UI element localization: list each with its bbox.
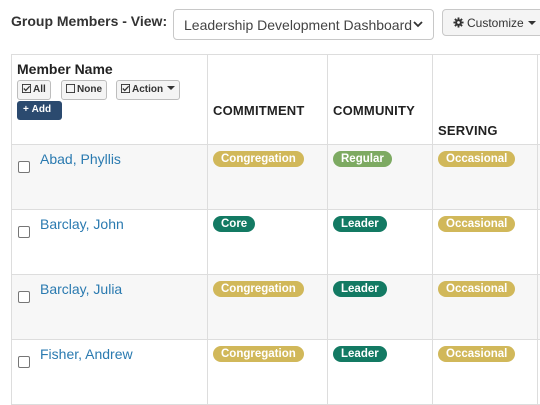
toolbar: Group Members - View: Leadership Develop… [0,0,540,48]
view-label: Group Members - View: [11,13,167,29]
gear-icon [453,17,464,28]
member-cell: Fisher, Andrew [12,340,208,405]
community-badge: Leader [333,281,387,297]
community-badge: Regular [333,151,392,167]
community-header[interactable]: COMMUNITY [328,55,433,145]
members-table: Member Name All None Action [11,54,540,405]
member-name-link[interactable]: Fisher, Andrew [40,346,133,362]
community-badge: Leader [333,216,387,232]
add-member-button[interactable]: + Add [17,101,62,120]
commitment-header[interactable]: COMMITMENT [208,55,328,145]
checkbox-empty-icon [66,84,75,93]
commitment-badge: Core [213,216,255,232]
row-checkbox[interactable] [18,291,30,303]
commitment-title: COMMITMENT [213,103,305,118]
member-cell: Barclay, John [12,210,208,275]
commitment-cell: Core [208,210,328,275]
chevron-down-icon [412,17,424,31]
community-cell: Leader [328,210,433,275]
commitment-badge: Congregation [213,151,304,167]
community-title: COMMUNITY [333,103,415,118]
commitment-cell: Congregation [208,340,328,405]
community-badge: Leader [333,346,387,362]
row-checkbox[interactable] [18,161,30,173]
community-cell: Leader [328,340,433,405]
commitment-badge: Congregation [213,281,304,297]
member-name-link[interactable]: Barclay, Julia [40,281,122,297]
action-button[interactable]: Action [116,80,180,100]
table-row: Barclay, John Core Leader Occasional [12,210,540,275]
table-header-row: Member Name All None Action [12,55,540,145]
serving-cell: Occasional [433,340,538,405]
commitment-cell: Congregation [208,275,328,340]
plus-icon: + [23,104,29,115]
community-cell: Leader [328,275,433,340]
member-name-title: Member Name [17,61,113,77]
community-cell: Regular [328,145,433,210]
serving-cell: Occasional [433,145,538,210]
checkbox-checked-icon [22,84,31,93]
select-none-label: None [77,84,102,95]
customize-label: Customize [467,16,524,30]
select-none-button[interactable]: None [61,80,107,100]
select-all-button[interactable]: All [17,80,51,100]
table-row: Barclay, Julia Congregation Leader Occas… [12,275,540,340]
member-name-link[interactable]: Barclay, John [40,216,124,232]
serving-header[interactable]: SERVING [433,55,538,145]
member-name-header: Member Name All None Action [12,55,208,145]
serving-title: SERVING [438,123,498,138]
table-row: Fisher, Andrew Congregation Leader Occas… [12,340,540,405]
serving-cell: Occasional [433,275,538,340]
serving-badge: Occasional [438,216,515,232]
action-label: Action [132,84,163,95]
member-cell: Abad, Phyllis [12,145,208,210]
view-select[interactable]: Leadership Development Dashboard [173,9,434,40]
serving-cell: Occasional [433,210,538,275]
member-name-link[interactable]: Abad, Phyllis [40,151,121,167]
select-all-label: All [33,84,46,95]
row-checkbox[interactable] [18,226,30,238]
caret-down-icon [528,21,536,25]
view-select-value: Leadership Development Dashboard [184,17,412,33]
checkbox-checked-icon [121,84,130,93]
table-row: Abad, Phyllis Congregation Regular Occas… [12,145,540,210]
caret-down-icon [167,86,175,90]
commitment-badge: Congregation [213,346,304,362]
serving-badge: Occasional [438,281,515,297]
commitment-cell: Congregation [208,145,328,210]
row-checkbox[interactable] [18,356,30,368]
member-cell: Barclay, Julia [12,275,208,340]
serving-badge: Occasional [438,151,515,167]
customize-button[interactable]: Customize [442,9,540,36]
serving-badge: Occasional [438,346,515,362]
add-label: Add [32,104,51,115]
